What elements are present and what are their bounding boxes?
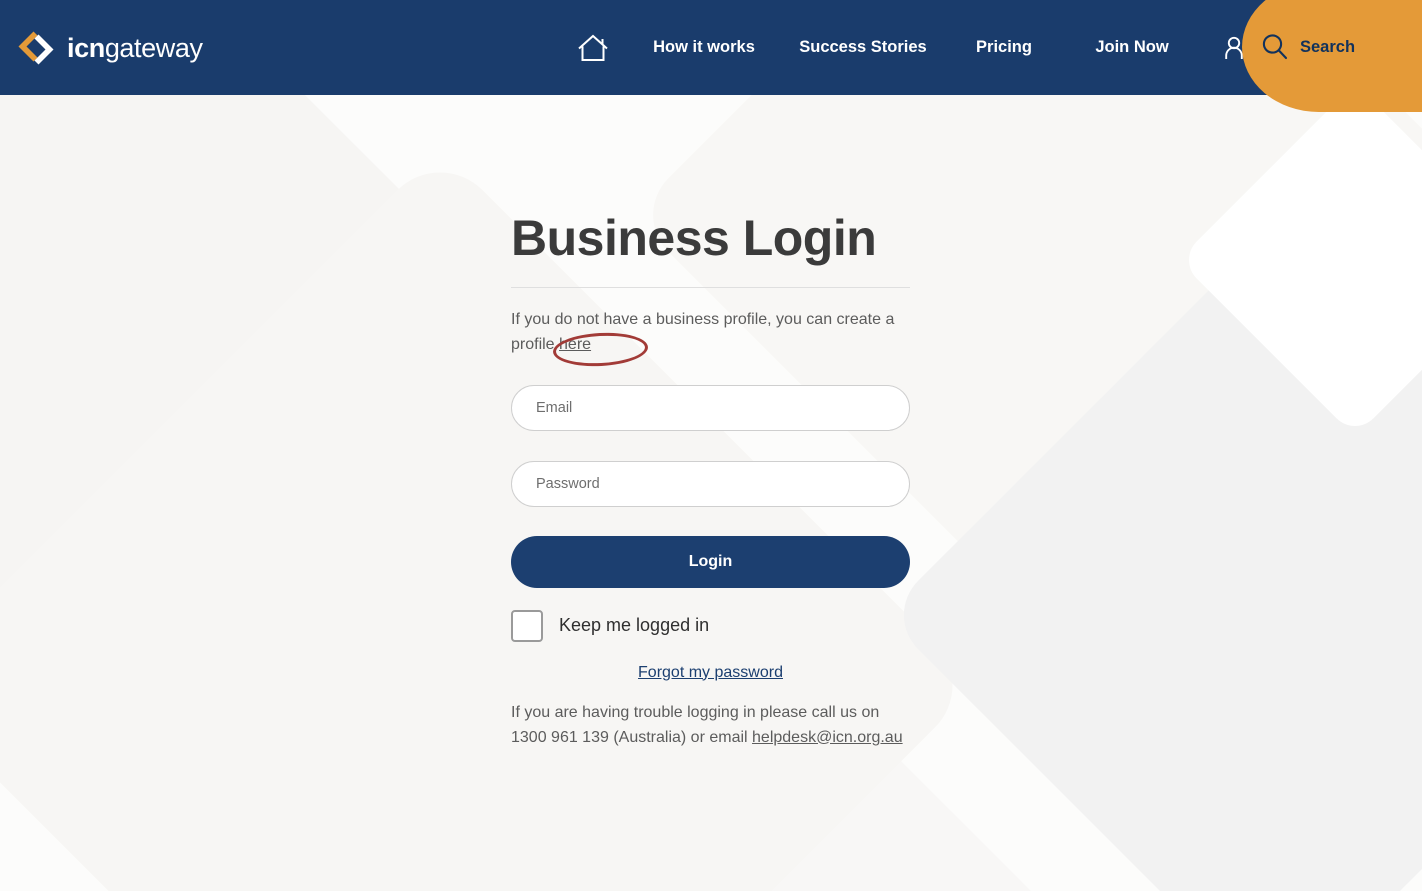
keep-logged-in-label: Keep me logged in (559, 615, 710, 635)
keep-logged-in-checkbox[interactable] (511, 609, 543, 642)
create-profile-text: If you do not have a business profile, y… (511, 307, 903, 368)
icn-chevrons-logo-icon (18, 31, 54, 65)
forgot-password-link[interactable]: Forgot my password (638, 664, 783, 681)
login-button[interactable]: Login (511, 535, 910, 588)
logo-wordmark: icngateway (67, 32, 203, 63)
page-root: icngateway How it works Success Stories … (0, 0, 1422, 891)
keep-logged-in-row: Keep me logged in (511, 609, 911, 642)
nav-pricing[interactable]: Pricing (944, 38, 1064, 57)
email-input[interactable] (511, 384, 910, 431)
support-text-line-two: 1300 961 139 (Australia) or email (511, 728, 753, 746)
nav-home[interactable] (560, 33, 626, 63)
site-logo[interactable]: icngateway (14, 28, 203, 68)
helpdesk-email-link[interactable]: helpdesk@icn.org.au (752, 729, 903, 746)
page-title: Business Login (511, 210, 877, 266)
main-navigation: How it works Success Stories Pricing Joi… (560, 0, 1322, 95)
nav-success-stories[interactable]: Success Stories (782, 38, 944, 57)
background-diamond (884, 219, 1422, 891)
search-button-content: Search (1260, 32, 1355, 62)
support-text: If you are having trouble logging in ple… (511, 700, 905, 750)
logo-word-icn: icn (67, 32, 105, 63)
background-diamond (0, 95, 515, 800)
logo-word-gateway: gateway (104, 32, 203, 63)
nav-join-now[interactable]: Join Now (1064, 38, 1200, 57)
support-text-line-one: If you are having trouble logging in ple… (511, 703, 880, 721)
title-divider (511, 286, 910, 288)
search-label: Search (1300, 37, 1356, 56)
background-diamond (1178, 95, 1422, 437)
password-input[interactable] (511, 460, 910, 507)
create-profile-here-link[interactable]: here (559, 336, 591, 353)
search-icon (1262, 34, 1288, 60)
home-icon (578, 34, 608, 61)
login-panel: Business Login If you do not have a busi… (511, 96, 911, 750)
forgot-password-row: Forgot my password (511, 664, 910, 682)
nav-how-it-works[interactable]: How it works (626, 38, 782, 57)
site-header: icngateway How it works Success Stories … (0, 0, 1422, 112)
search-button[interactable]: Search (1242, 0, 1422, 112)
